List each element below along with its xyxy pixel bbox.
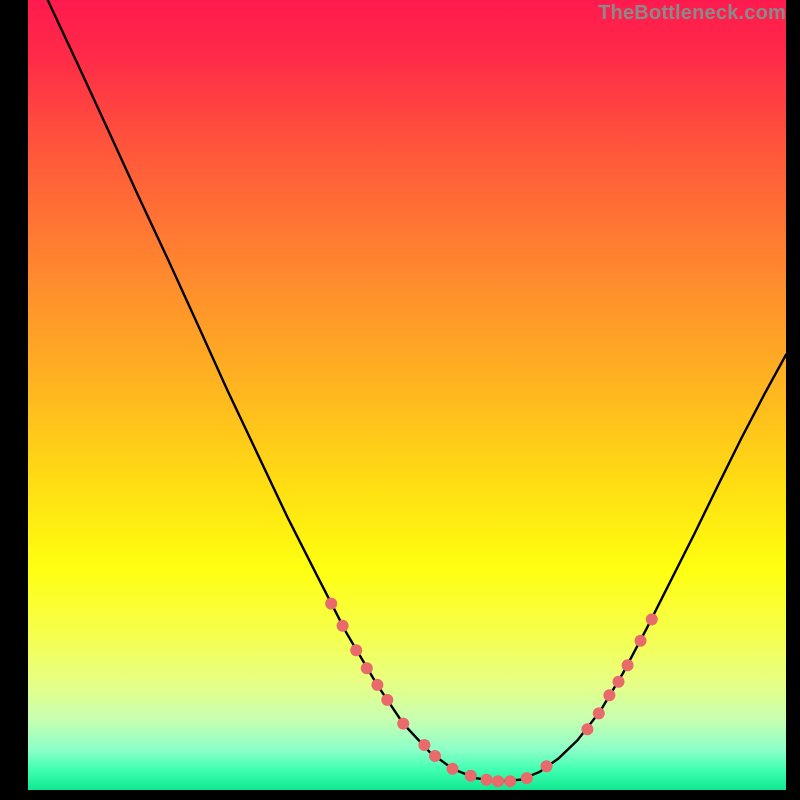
highlight-dot <box>325 598 337 610</box>
highlight-dot <box>492 775 504 787</box>
highlight-dot <box>481 774 493 786</box>
highlight-dot <box>521 772 533 784</box>
highlight-dot <box>429 750 441 762</box>
highlight-dots <box>325 598 658 788</box>
watermark-label: TheBottleneck.com <box>598 2 786 25</box>
chart-svg <box>28 0 786 790</box>
highlight-dot <box>381 694 393 706</box>
chart-frame: TheBottleneck.com <box>0 0 800 800</box>
highlight-dot <box>418 739 430 751</box>
highlight-dot <box>504 775 516 787</box>
highlight-dot <box>465 770 477 782</box>
highlight-dot <box>371 679 383 691</box>
highlight-dot <box>350 644 362 656</box>
highlight-dot <box>603 689 615 701</box>
highlight-dot <box>646 613 658 625</box>
bottleneck-curve <box>48 0 786 781</box>
highlight-dot <box>337 620 349 632</box>
plot-area <box>28 0 786 790</box>
highlight-dot <box>541 760 553 772</box>
highlight-dot <box>622 659 634 671</box>
highlight-dot <box>361 662 373 674</box>
highlight-dot <box>613 676 625 688</box>
highlight-dot <box>397 718 409 730</box>
highlight-dot <box>581 723 593 735</box>
highlight-dot <box>447 763 459 775</box>
highlight-dot <box>635 635 647 647</box>
highlight-dot <box>593 707 605 719</box>
